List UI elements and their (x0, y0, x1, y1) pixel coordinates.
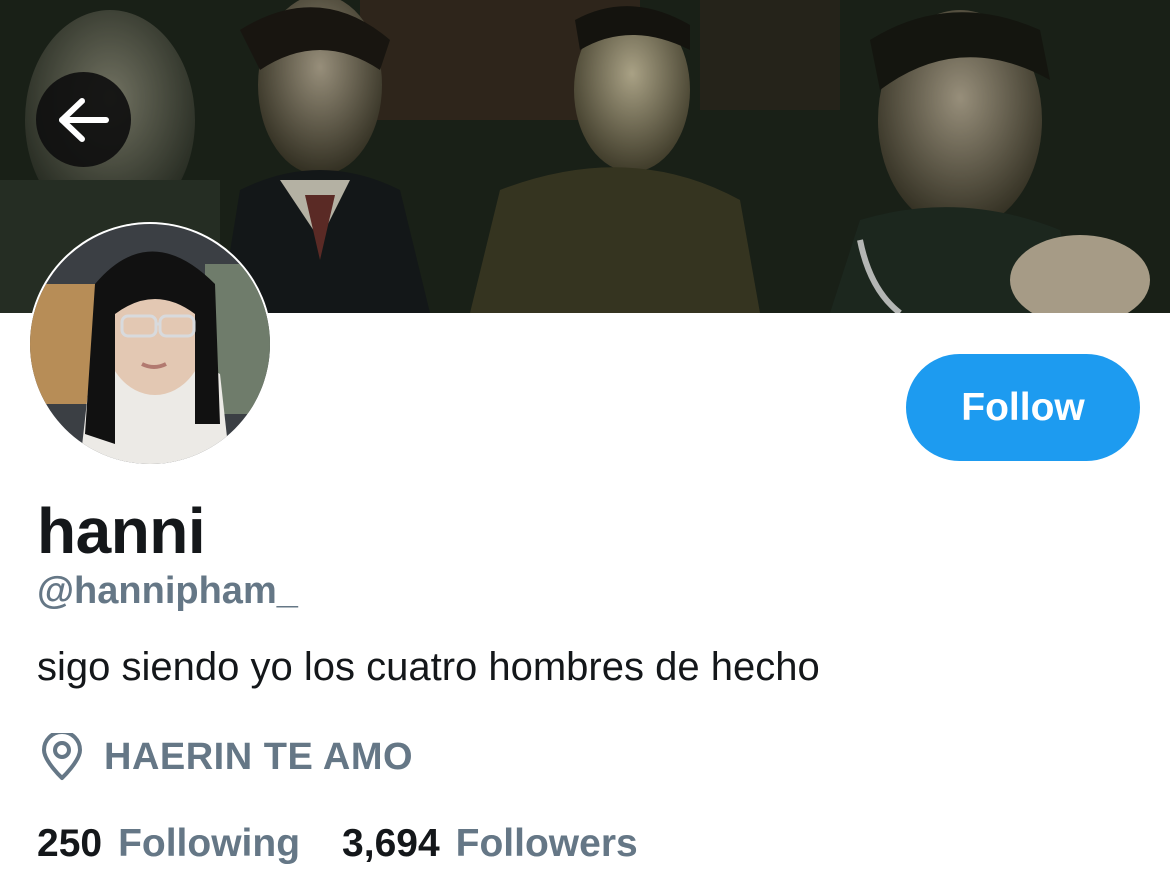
arrow-left-icon (58, 97, 109, 142)
user-handle: @hannipham_ (37, 570, 298, 612)
location-row: HAERIN TE AMO (40, 733, 413, 781)
back-button[interactable] (36, 72, 131, 167)
location-pin-icon (42, 733, 82, 780)
profile-avatar[interactable] (28, 222, 272, 466)
followers-count: 3,694 (342, 822, 440, 865)
follow-stats: 250 Following 3,694 Followers (37, 822, 638, 866)
following-label: Following (118, 822, 301, 865)
display-name: hanni (37, 495, 206, 567)
following-stat[interactable]: 250 Following (37, 822, 300, 866)
bio-text: sigo siendo yo los cuatro hombres de hec… (37, 645, 820, 689)
follow-button[interactable]: Follow (906, 354, 1140, 461)
following-count: 250 (37, 822, 103, 865)
followers-stat[interactable]: 3,694 Followers (342, 822, 638, 866)
profile-page: Follow hanni @hannipham_ sigo siendo yo … (0, 0, 1170, 895)
location-text: HAERIN TE AMO (104, 735, 414, 778)
followers-label: Followers (455, 822, 638, 865)
